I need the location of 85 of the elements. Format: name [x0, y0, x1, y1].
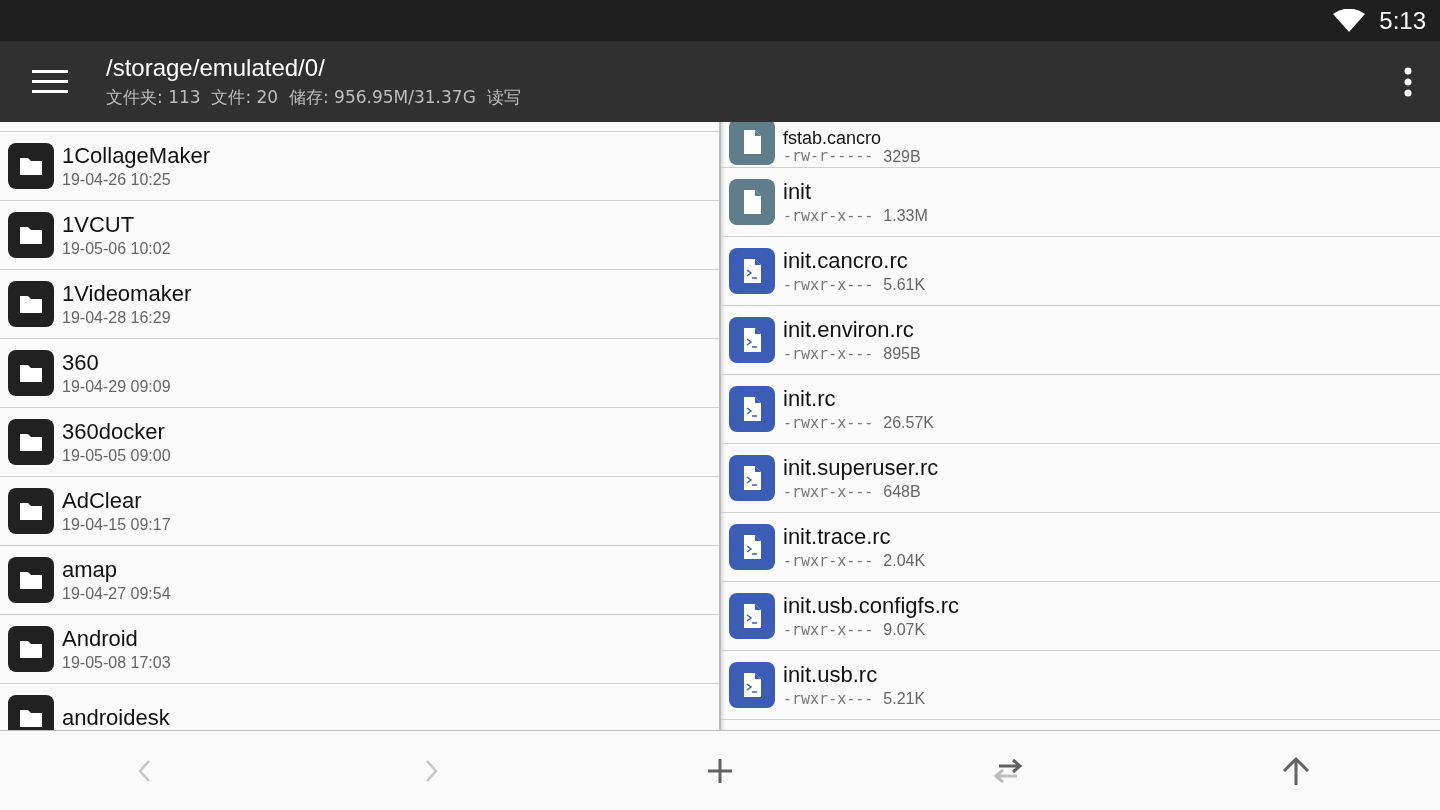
script-file-icon	[729, 524, 775, 570]
script-file-icon	[729, 455, 775, 501]
folder-icon	[8, 281, 54, 327]
file-permissions: -rwxr-x---	[783, 414, 874, 432]
file-size: 2.04K	[883, 552, 926, 570]
script-file-icon	[729, 593, 775, 639]
modified-date: 19-04-15 09:17	[62, 516, 171, 534]
file-size: 895B	[883, 345, 921, 363]
file-permissions: -rwxr-x---	[783, 552, 874, 570]
folder-icon	[8, 626, 54, 672]
file-name: init.trace.rc	[783, 524, 892, 550]
script-file-icon	[729, 317, 775, 363]
swap-arrows-icon[interactable]	[991, 757, 1025, 784]
file-permissions: -rwxr-x---	[783, 621, 874, 639]
script-file-icon	[729, 386, 775, 432]
storage-summary: 文件夹: 113 文件: 20 储存: 956.95M/31.37G 读写	[106, 86, 522, 109]
file-row[interactable]: fstab.cancro -rw-r----- 329B	[721, 122, 1440, 168]
modified-date: 19-04-28 16:29	[62, 309, 172, 327]
plus-icon[interactable]	[707, 757, 733, 784]
path-title: /storage/emulated/0/	[106, 54, 326, 82]
file-size: 329B	[883, 149, 921, 165]
up-arrow-icon[interactable]	[1281, 755, 1311, 786]
file-name: init.usb.rc	[783, 662, 879, 688]
folder-icon	[8, 419, 54, 465]
file-row[interactable]: init.cancro.rc -rwxr-x--- 5.61K	[721, 237, 1440, 306]
folder-row[interactable]: AdClear 19-04-15 09:17	[0, 476, 719, 545]
folder-name: AdClear	[62, 488, 143, 514]
file-permissions: -rwxr-x---	[783, 690, 874, 708]
folder-icon	[8, 212, 54, 258]
folder-icon	[8, 488, 54, 534]
file-size: 5.21K	[883, 690, 926, 708]
folder-row[interactable]: 360docker 19-05-05 09:00	[0, 407, 719, 476]
file-row[interactable]: init.environ.rc -rwxr-x--- 895B	[721, 306, 1440, 375]
folder-name: 1VCUT	[62, 212, 136, 238]
modified-date: 19-05-06 10:02	[62, 240, 171, 258]
file-permissions: -rwxr-x---	[783, 276, 874, 294]
folder-name: 1Videomaker	[62, 281, 192, 307]
file-permissions: -rwxr-x---	[783, 207, 874, 225]
file-size: 5.61K	[883, 276, 926, 294]
folder-name: Android	[62, 626, 139, 652]
clock-time: 5:13	[1379, 6, 1426, 35]
folder-row[interactable]: Android 19-05-08 17:03	[0, 614, 719, 683]
folder-icon	[8, 350, 54, 396]
file-name: init.rc	[783, 386, 837, 412]
file-row[interactable]: init -rwxr-x--- 1.33M	[721, 168, 1440, 237]
folder-row[interactable]: 1VCUT 19-05-06 10:02	[0, 200, 719, 269]
folder-name: amap	[62, 557, 119, 583]
file-row[interactable]: init.trace.rc -rwxr-x--- 2.04K	[721, 513, 1440, 582]
modified-date: 19-04-26 10:25	[62, 171, 172, 189]
modified-date: 19-05-08 17:03	[62, 654, 171, 672]
folder-icon	[8, 143, 54, 189]
folder-icon	[8, 557, 54, 603]
file-size: 1.33M	[883, 207, 928, 225]
folder-row[interactable]: 1Videomaker 19-04-28 16:29	[0, 269, 719, 338]
wifi-icon	[1333, 8, 1366, 33]
modified-date: 19-04-27 09:54	[62, 585, 171, 603]
folder-row[interactable]: 360 19-04-29 09:09	[0, 338, 719, 407]
file-size: 648B	[883, 483, 921, 501]
file-size: 26.57K	[883, 414, 935, 432]
file-row[interactable]: init.usb.configfs.rc -rwxr-x--- 9.07K	[721, 582, 1440, 651]
file-permissions: -rwxr-x---	[783, 345, 874, 363]
script-file-icon	[729, 248, 775, 294]
file-name: fstab.cancro	[783, 129, 883, 147]
file-name: init	[783, 179, 813, 205]
file-name: init.environ.rc	[783, 317, 915, 343]
folder-name: 360	[62, 350, 100, 376]
folder-row[interactable]: 1CollageMaker 19-04-26 10:25	[0, 131, 719, 200]
folder-row[interactable]: amap 19-04-27 09:54	[0, 545, 719, 614]
file-permissions: -rwxr-x---	[783, 483, 874, 501]
file-row[interactable]: init.superuser.rc -rwxr-x--- 648B	[721, 444, 1440, 513]
folder-name: 360docker	[62, 419, 166, 445]
file-row[interactable]: init.usb.rc -rwxr-x--- 5.21K	[721, 651, 1440, 720]
folder-name: 1CollageMaker	[62, 143, 210, 169]
file-name: init.superuser.rc	[783, 455, 939, 481]
script-file-icon	[729, 662, 775, 708]
modified-date: 19-04-29 09:09	[62, 378, 171, 396]
modified-date: 19-05-05 09:00	[62, 447, 171, 465]
file-icon	[729, 122, 775, 165]
folder-name: androidesk	[62, 705, 170, 730]
file-row[interactable]: init.rc -rwxr-x--- 26.57K	[721, 375, 1440, 444]
file-name: init.cancro.rc	[783, 248, 909, 274]
file-permissions: -rw-r-----	[783, 149, 874, 165]
file-icon	[729, 179, 775, 225]
file-size: 9.07K	[883, 621, 926, 639]
file-name: init.usb.configfs.rc	[783, 593, 960, 619]
